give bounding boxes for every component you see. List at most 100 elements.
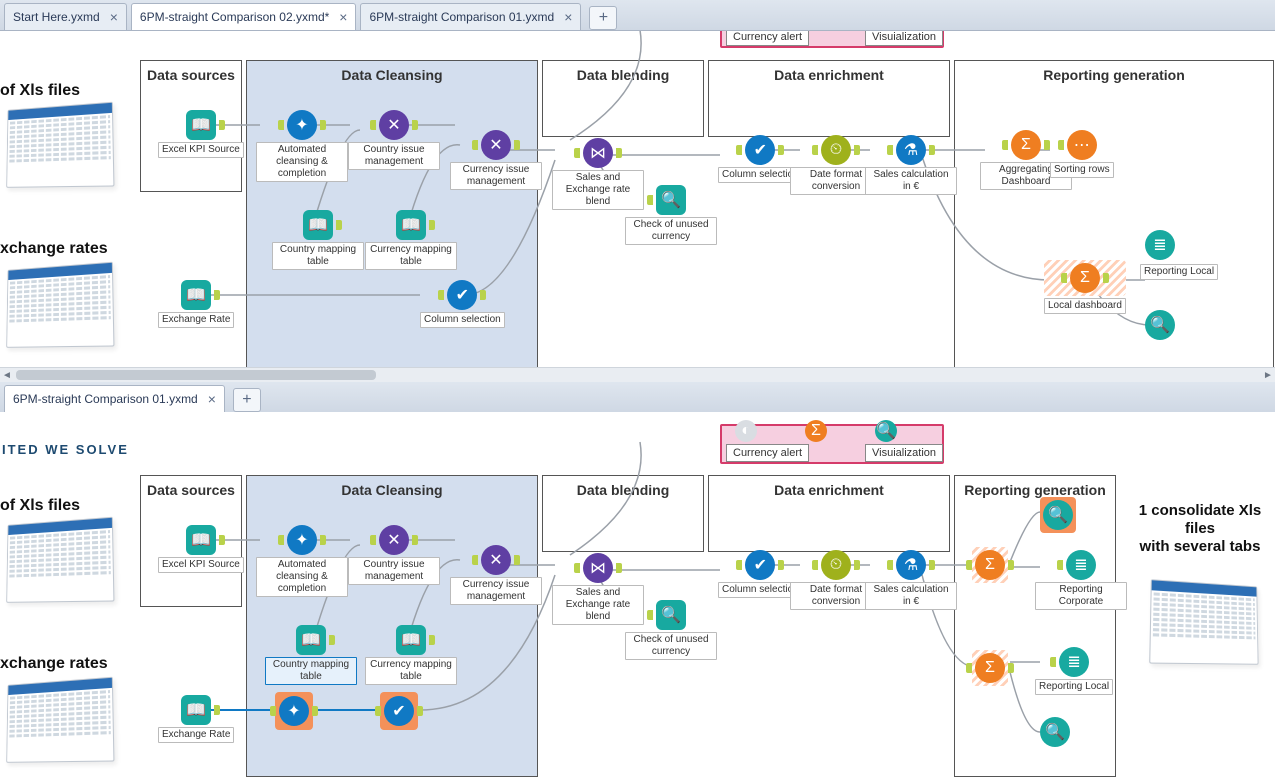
book-icon: 📖 — [296, 625, 326, 655]
chevron-right-icon[interactable]: ► — [1261, 369, 1275, 381]
app-root: Start Here.yxmd × 6PM-straight Comparison… — [0, 0, 1275, 778]
node-currency-map[interactable]: 📖Currency mapping table — [365, 210, 457, 270]
tab-comparison-01-b[interactable]: 6PM-straight Comparison 01.yxmd × — [4, 385, 225, 412]
browse-icon: 🔍 — [656, 185, 686, 215]
close-icon[interactable]: × — [564, 10, 572, 24]
node-label: Country issue management — [348, 142, 440, 170]
container-title: Reporting generation — [955, 67, 1273, 83]
node-country-issue[interactable]: ✕Country issue management — [348, 110, 440, 170]
alert-icon[interactable]: Σ — [805, 420, 827, 442]
node-country-map[interactable]: 📖Country mapping table — [272, 210, 364, 270]
node-local-dashboard[interactable]: ΣLocal dashboard — [1044, 260, 1126, 314]
node-exchange-rate[interactable]: 📖Exchange Rate — [158, 280, 234, 328]
node-summarize[interactable]: Σ — [972, 547, 1008, 583]
node-sales-calc[interactable]: ⚗Sales calculation in € — [865, 550, 957, 610]
node-report-corp[interactable]: ≣Reporting Corporate — [1035, 550, 1127, 610]
container-data-enrichment: Data enrichment — [708, 475, 950, 552]
node-diff-select[interactable]: ✔ — [380, 692, 418, 730]
book-icon: 📖 — [186, 525, 216, 555]
canvas-bottom[interactable]: ITED WE SOLVE of Xls files xchange rates… — [0, 412, 1275, 778]
node-country-issue[interactable]: ✕Country issue management — [348, 525, 440, 585]
node-sales-calc[interactable]: ⚗Sales calculation in € — [865, 135, 957, 195]
container-title: Reporting generation — [955, 482, 1115, 498]
node-label: Excel KPI Source — [158, 142, 244, 158]
alert-icon[interactable]: ◐ — [735, 420, 757, 442]
node-currency-map[interactable]: 📖Currency mapping table — [365, 625, 457, 685]
node-label: Local dashboard — [1044, 298, 1126, 314]
node-sort-rows[interactable]: ⋯Sorting rows — [1050, 130, 1114, 178]
close-icon[interactable]: × — [208, 392, 216, 406]
container-title: Data sources — [141, 482, 241, 498]
canvas-top[interactable]: of Xls files xchange rates Currency aler… — [0, 30, 1275, 382]
book-icon: 📖 — [181, 695, 211, 725]
xls-thumb — [6, 677, 114, 763]
container-data-blending: Data blending — [542, 475, 704, 552]
formula-icon: ✕ — [379, 110, 409, 140]
gauge-icon: ◐ — [735, 420, 757, 442]
new-tab-button[interactable]: + — [589, 6, 617, 30]
node-report-local-2[interactable]: ≣ Reporting Local — [1035, 647, 1113, 695]
tab-label: Start Here.yxmd — [13, 10, 100, 24]
close-icon[interactable]: × — [110, 10, 118, 24]
node-currency-issue[interactable]: ✕Currency issue management — [450, 130, 542, 190]
node-label: Check of unused currency — [625, 217, 717, 245]
scrollbar-thumb[interactable] — [16, 370, 376, 380]
browse-icon: 🔍 — [875, 420, 897, 442]
container-title: Data enrichment — [709, 482, 949, 498]
book-icon: 📖 — [186, 110, 216, 140]
alert-icon[interactable]: 🔍 — [875, 420, 897, 442]
node-excel-kpi[interactable]: 📖 Excel KPI Source — [158, 110, 244, 158]
node-label: Reporting Local — [1140, 264, 1218, 280]
node-check-currency[interactable]: 🔍Check of unused currency — [625, 185, 717, 245]
select-icon: ✔ — [745, 550, 775, 580]
node-browse-top[interactable]: 🔍 — [1040, 497, 1076, 533]
node-diff-cleanse[interactable]: ✦ — [275, 692, 313, 730]
tab-label: 6PM-straight Comparison 01.yxmd — [13, 392, 198, 406]
report-icon: ≣ — [1059, 647, 1089, 677]
node-label: Country mapping table — [272, 242, 364, 270]
node-check-currency[interactable]: 🔍Check of unused currency — [625, 600, 717, 660]
edge-title-xls: of Xls files — [0, 82, 80, 100]
tab-comparison-02[interactable]: 6PM-straight Comparison 02.yxmd* × — [131, 3, 357, 30]
node-country-map[interactable]: 📖Country mapping table — [265, 625, 357, 685]
join-icon: ⋈ — [583, 138, 613, 168]
container-title: Data blending — [543, 482, 703, 498]
chevron-left-icon[interactable]: ◄ — [0, 369, 14, 381]
book-icon: 📖 — [396, 210, 426, 240]
report-icon: ≣ — [1145, 230, 1175, 260]
node-auto-cleanse[interactable]: ✦Automated cleansing & completion — [256, 525, 348, 597]
summarize-icon: Σ — [805, 420, 827, 442]
close-icon[interactable]: × — [339, 10, 347, 24]
tab-comparison-01[interactable]: 6PM-straight Comparison 01.yxmd× — [360, 3, 581, 30]
node-browse-bottom[interactable]: 🔍 — [1040, 717, 1070, 747]
cleanse-icon: ✦ — [287, 110, 317, 140]
node-label: Sales calculation in € — [865, 167, 957, 195]
hscroll-top[interactable]: ◄ ► — [0, 367, 1275, 382]
node-report-local[interactable]: Reporting Local — [1140, 262, 1218, 280]
node-summarize-2[interactable]: Σ — [972, 650, 1008, 686]
xls-thumb — [6, 102, 114, 188]
container-title: Data Cleansing — [247, 67, 537, 83]
node-label: Reporting Local — [1035, 679, 1113, 695]
node-label: Automated cleansing & completion — [256, 142, 348, 182]
node-column-selection[interactable]: ✔Column selection — [420, 280, 505, 328]
node-report-doc[interactable]: ≣ — [1145, 230, 1175, 260]
node-label: Country mapping table — [265, 657, 357, 685]
container-title: Data Cleansing — [247, 482, 537, 498]
node-exchange-rate[interactable]: 📖 Exchange Rate — [158, 695, 234, 743]
node-excel-kpi[interactable]: 📖Excel KPI Source — [158, 525, 244, 573]
node-auto-cleanse[interactable]: ✦Automated cleansing & completion — [256, 110, 348, 182]
pane-bottom: 6PM-straight Comparison 01.yxmd × + ITED … — [0, 382, 1275, 778]
new-tab-button[interactable]: + — [233, 388, 261, 412]
node-label: Sales calculation in € — [865, 582, 957, 610]
plus-icon: + — [242, 391, 251, 409]
node-currency-issue[interactable]: ✕Currency issue management — [450, 545, 542, 605]
tab-start-here[interactable]: Start Here.yxmd × — [4, 3, 127, 30]
node-label: Exchange Rate — [158, 727, 234, 743]
container-reporting: Reporting generation — [954, 60, 1274, 382]
datetime-icon: ⏲ — [821, 550, 851, 580]
edge-title-rates: xchange rates — [0, 655, 108, 673]
xls-thumb — [1149, 579, 1258, 665]
node-browse-local[interactable]: 🔍 — [1145, 310, 1175, 340]
tab-label: 6PM-straight Comparison 02.yxmd* — [140, 10, 329, 24]
